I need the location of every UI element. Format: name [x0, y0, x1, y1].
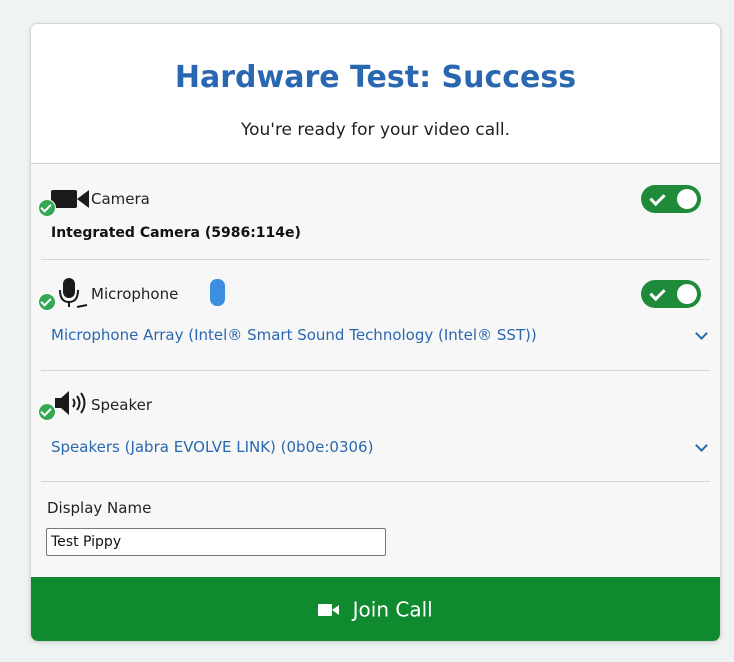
speaker-device-select[interactable]: Speakers (Jabra EVOLVE LINK) (0b0e:0306)	[51, 438, 373, 456]
microphone-section: Microphone Microphone Array (Intel® Smar…	[38, 259, 710, 371]
speaker-ok-check-icon	[38, 403, 56, 421]
microphone-ok-check-icon	[38, 293, 56, 311]
camera-device-name: Integrated Camera (5986:114e)	[51, 225, 301, 241]
camera-icon	[51, 190, 89, 208]
toggle-knob	[677, 284, 697, 304]
microphone-level-indicator	[210, 279, 225, 306]
speaker-label: Speaker	[91, 396, 153, 414]
device-settings: Camera Integrated Camera (5986:114e) Mic…	[31, 164, 720, 577]
page-title: Hardware Test: Success	[174, 60, 577, 95]
toggle-check-icon	[649, 284, 666, 302]
display-name-label: Display Name	[47, 499, 152, 517]
microphone-label: Microphone	[91, 285, 179, 303]
chevron-down-icon[interactable]	[695, 439, 708, 452]
card-header: Hardware Test: Success You're ready for …	[31, 24, 720, 164]
camera-label: Camera	[91, 190, 150, 208]
camera-ok-check-icon	[38, 199, 56, 217]
microphone-icon	[59, 278, 88, 308]
video-camera-icon	[318, 603, 340, 616]
display-name-input[interactable]	[46, 528, 386, 556]
toggle-knob	[677, 189, 697, 209]
speaker-section: Speaker Speakers (Jabra EVOLVE LINK) (0b…	[38, 370, 710, 482]
camera-toggle[interactable]	[641, 185, 701, 213]
join-call-label-rest: oin Call	[358, 597, 433, 622]
chevron-down-icon[interactable]	[695, 327, 708, 340]
speaker-icon	[55, 391, 86, 415]
page-subtitle: You're ready for your video call.	[240, 120, 511, 140]
join-call-button[interactable]: Join Call	[31, 577, 720, 641]
hardware-test-card: Hardware Test: Success You're ready for …	[30, 23, 721, 642]
camera-section: Camera Integrated Camera (5986:114e)	[38, 164, 710, 260]
microphone-toggle[interactable]	[641, 280, 701, 308]
join-call-label: Join Call	[353, 598, 433, 622]
microphone-device-select[interactable]: Microphone Array (Intel® Smart Sound Tec…	[51, 326, 537, 344]
toggle-check-icon	[649, 189, 666, 207]
